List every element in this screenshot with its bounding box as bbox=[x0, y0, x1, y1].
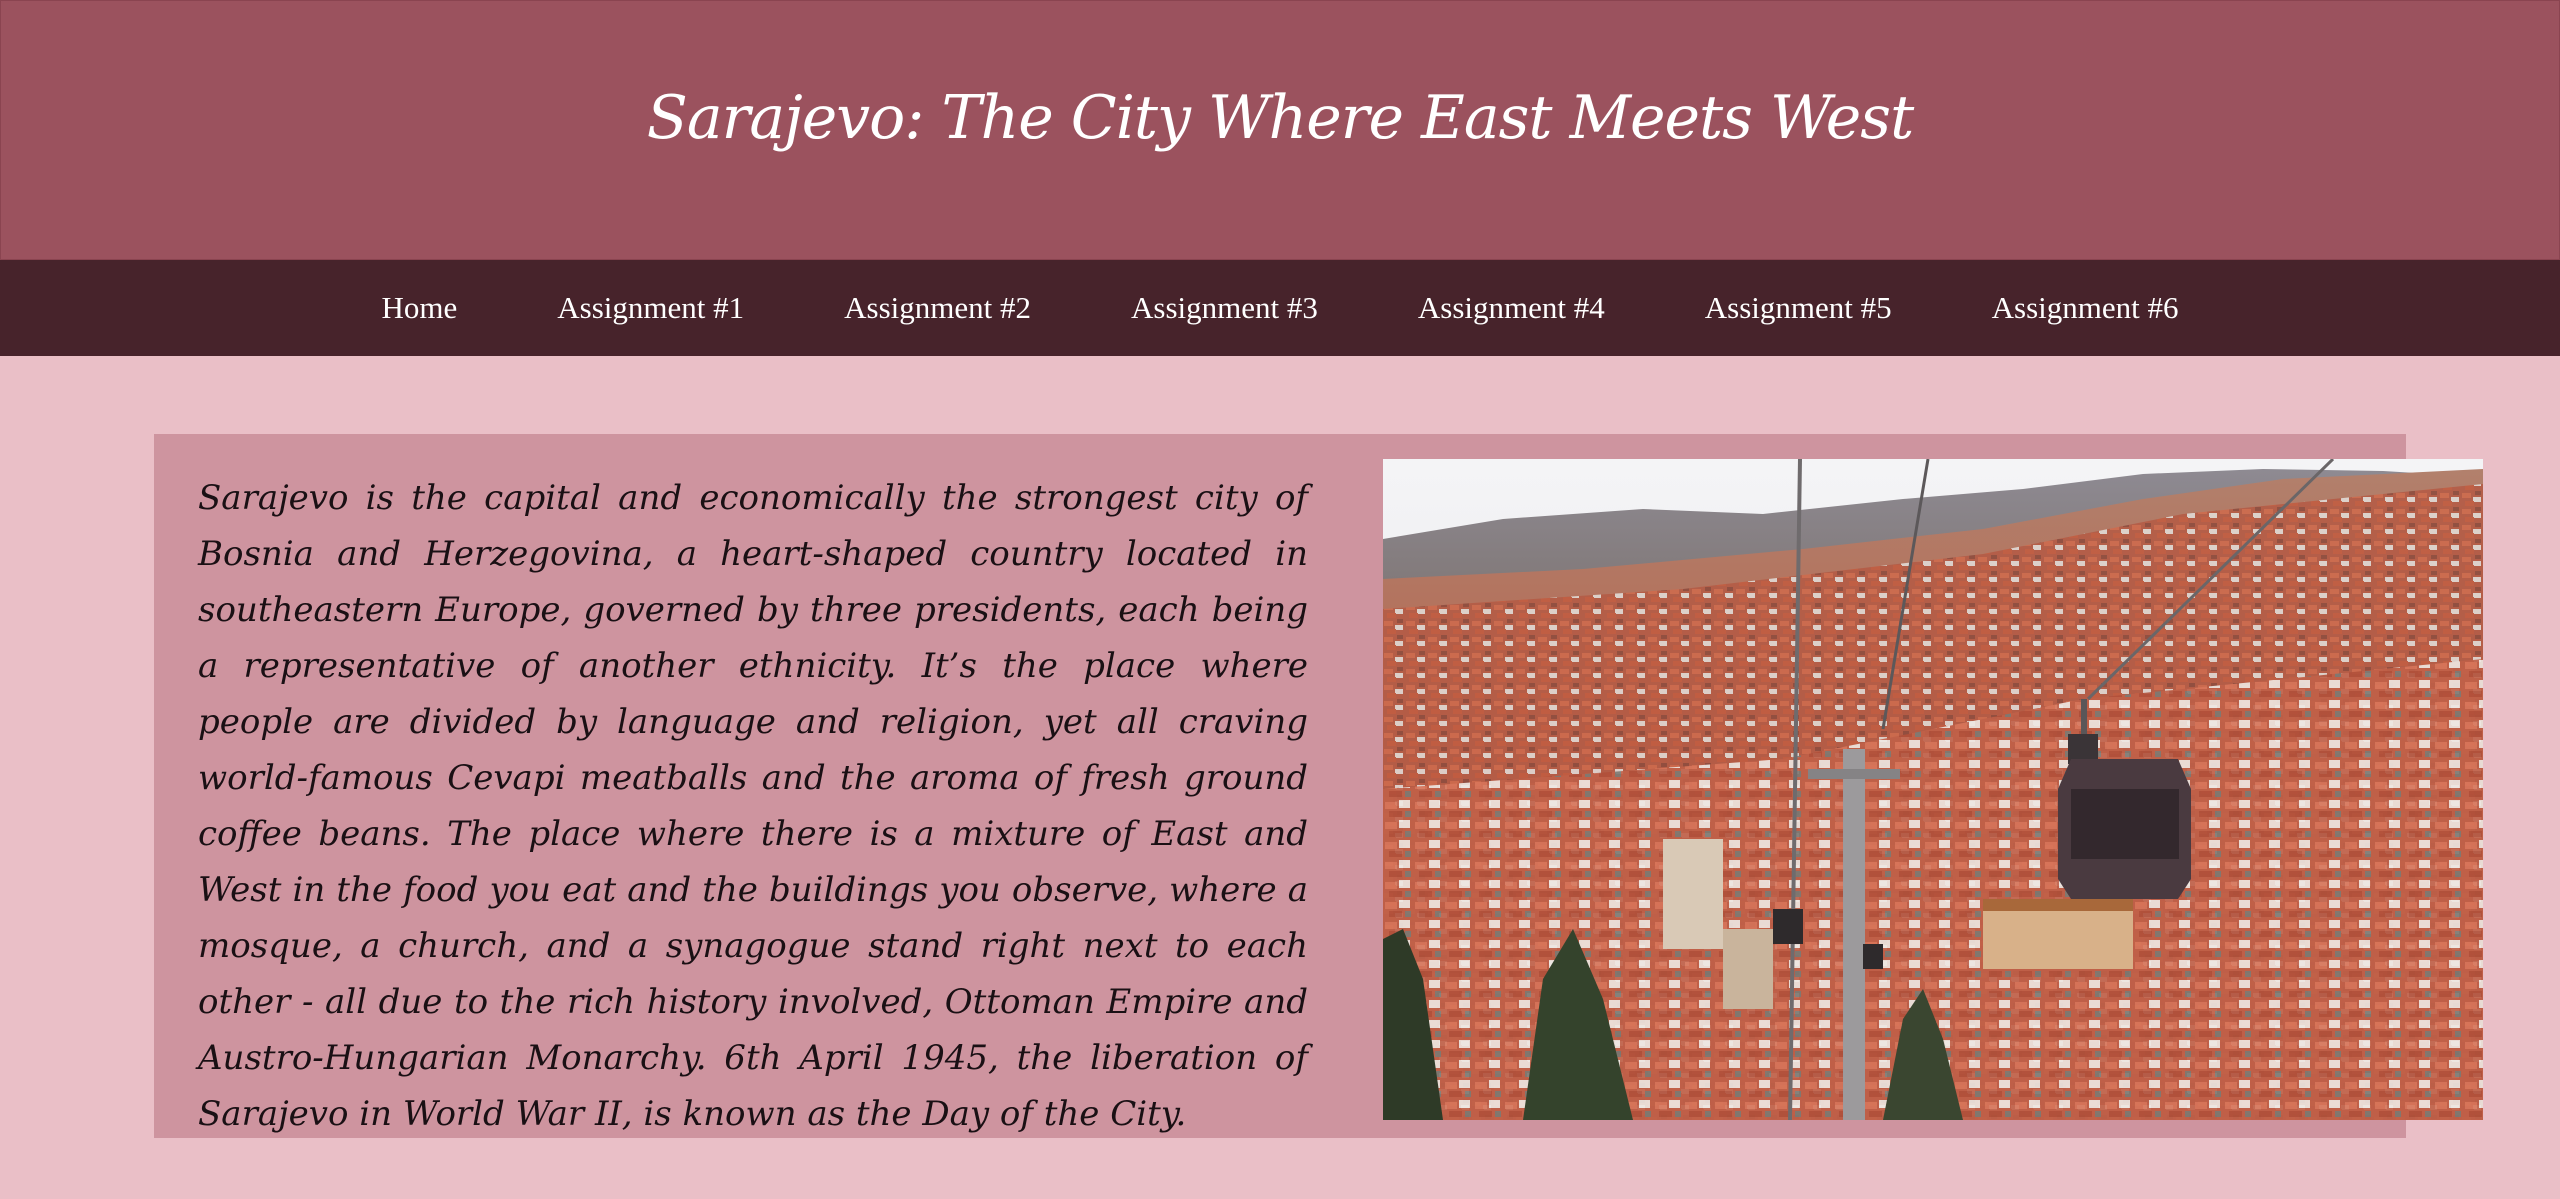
page-title: Sarajevo: The City Where East Meets West bbox=[646, 83, 1914, 153]
nav-link-assignment-3[interactable]: Assignment #3 bbox=[1081, 290, 1368, 326]
nav-link-assignment-4[interactable]: Assignment #4 bbox=[1368, 290, 1655, 326]
nav-link-home[interactable]: Home bbox=[331, 290, 507, 326]
nav-link-assignment-5[interactable]: Assignment #5 bbox=[1655, 290, 1942, 326]
sarajevo-cable-car-photo bbox=[1383, 459, 2483, 1120]
nav-link-assignment-1[interactable]: Assignment #1 bbox=[507, 290, 794, 326]
site-header: Sarajevo: The City Where East Meets West bbox=[0, 0, 2560, 260]
nav-link-assignment-6[interactable]: Assignment #6 bbox=[1942, 290, 2229, 326]
main-nav: Home Assignment #1 Assignment #2 Assignm… bbox=[0, 260, 2560, 356]
city-photo-illustration bbox=[1383, 459, 2483, 1120]
intro-paragraph: Sarajevo is the capital and economically… bbox=[198, 478, 1308, 1134]
nav-link-assignment-2[interactable]: Assignment #2 bbox=[794, 290, 1081, 326]
